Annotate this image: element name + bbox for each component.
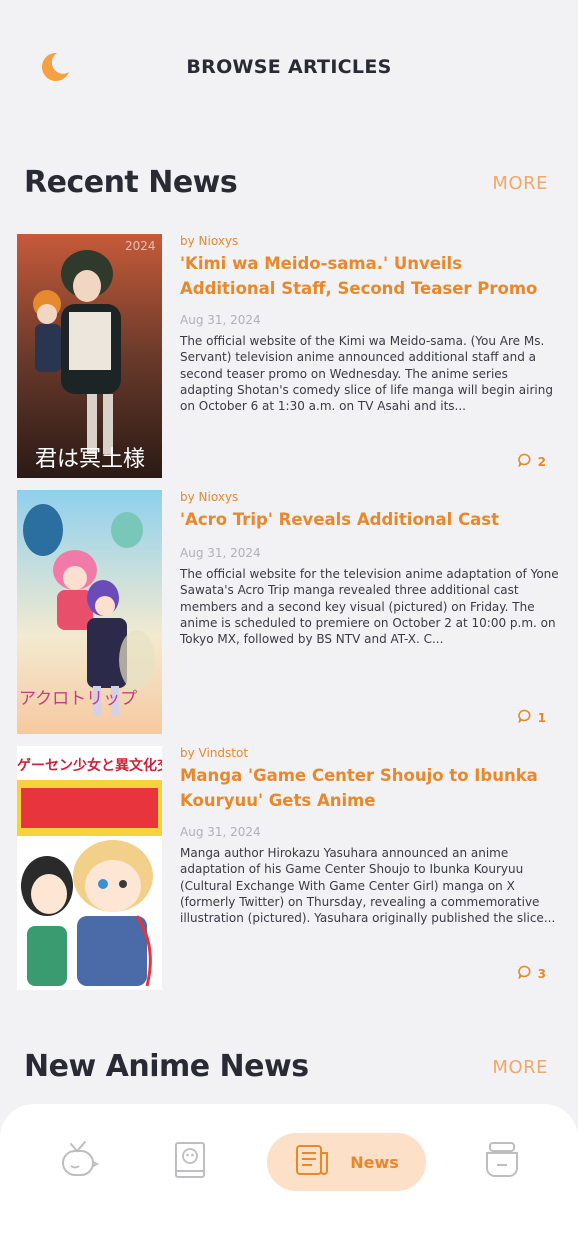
thumbnail-caption: ゲーセン少女と異文化交流	[17, 757, 162, 774]
comment-count-value: 1	[537, 710, 546, 725]
article-thumbnail[interactable]: ゲーセン少女と異文化交流	[17, 746, 162, 990]
article-meta: by Nioxys 'Kimi wa Meido-sama.' Unveils …	[180, 234, 562, 414]
article-title[interactable]: 'Kimi wa Meido-sama.' Unveils Additional…	[180, 251, 562, 301]
section-title: New Anime News	[24, 1049, 309, 1084]
comment-count[interactable]: 3	[517, 965, 546, 982]
page-title: BROWSE ARTICLES	[186, 56, 392, 78]
article-author[interactable]: by Nioxys	[180, 490, 562, 504]
article-date: Aug 31, 2024	[180, 825, 261, 839]
recent-news-header: Recent News MORE	[24, 165, 548, 205]
nav-item-manga[interactable]	[162, 1134, 218, 1190]
article-date: Aug 31, 2024	[180, 313, 261, 327]
article-excerpt: The official website for the television …	[180, 567, 559, 647]
article-meta: by Nioxys 'Acro Trip' Reveals Additional…	[180, 490, 562, 647]
nav-item-label: News	[350, 1152, 399, 1172]
comment-count[interactable]: 1	[517, 709, 546, 726]
article-thumbnail[interactable]: アクロトリップ	[17, 490, 162, 734]
comment-count[interactable]: 2	[517, 453, 546, 470]
article-author[interactable]: by Vindstot	[180, 746, 562, 760]
article-title[interactable]: Manga 'Game Center Shoujo to Ibunka Kour…	[180, 763, 562, 813]
thumbnail-caption: アクロトリップ	[19, 689, 137, 709]
nav-item-news[interactable]: News	[267, 1133, 426, 1191]
more-button[interactable]: MORE	[492, 173, 548, 194]
app-header: BROWSE ARTICLES	[0, 0, 578, 130]
new-anime-news-header: New Anime News MORE	[24, 1049, 548, 1089]
tv-icon	[57, 1140, 100, 1184]
article-date: Aug 31, 2024	[180, 546, 261, 560]
news-icon	[294, 1143, 330, 1181]
comment-count-value: 2	[537, 454, 546, 469]
article-excerpt: The official website of the Kimi wa Meid…	[180, 334, 553, 414]
nav-item-bowl[interactable]	[474, 1134, 530, 1190]
article-author[interactable]: by Nioxys	[180, 234, 562, 248]
article-card[interactable]: ゲーセン少女と異文化交流 by Vindstot Manga 'Game Cen…	[17, 746, 562, 990]
comment-icon	[517, 709, 532, 726]
comment-icon	[517, 453, 532, 470]
bowl-icon	[483, 1140, 521, 1184]
bottom-navigation: News	[0, 1104, 578, 1234]
comment-count-value: 3	[537, 966, 546, 981]
more-button[interactable]: MORE	[492, 1057, 548, 1078]
manga-book-icon	[172, 1140, 208, 1184]
nav-item-tv[interactable]	[50, 1134, 106, 1190]
article-meta: by Vindstot Manga 'Game Center Shoujo to…	[180, 746, 562, 926]
article-card[interactable]: 君は冥土様 2024 by Nioxys 'Kimi wa Meido-sama…	[17, 234, 562, 478]
thumbnail-caption: 君は冥土様	[35, 447, 145, 472]
comment-icon	[517, 965, 532, 982]
article-thumbnail[interactable]: 君は冥土様 2024	[17, 234, 162, 478]
article-excerpt: Manga author Hirokazu Yasuhara announced…	[180, 846, 556, 926]
article-title[interactable]: 'Acro Trip' Reveals Additional Cast	[180, 507, 562, 532]
section-title: Recent News	[24, 165, 238, 200]
article-card[interactable]: アクロトリップ by Nioxys 'Acro Trip' Reveals Ad…	[17, 490, 562, 734]
svg-text:2024: 2024	[125, 239, 156, 253]
